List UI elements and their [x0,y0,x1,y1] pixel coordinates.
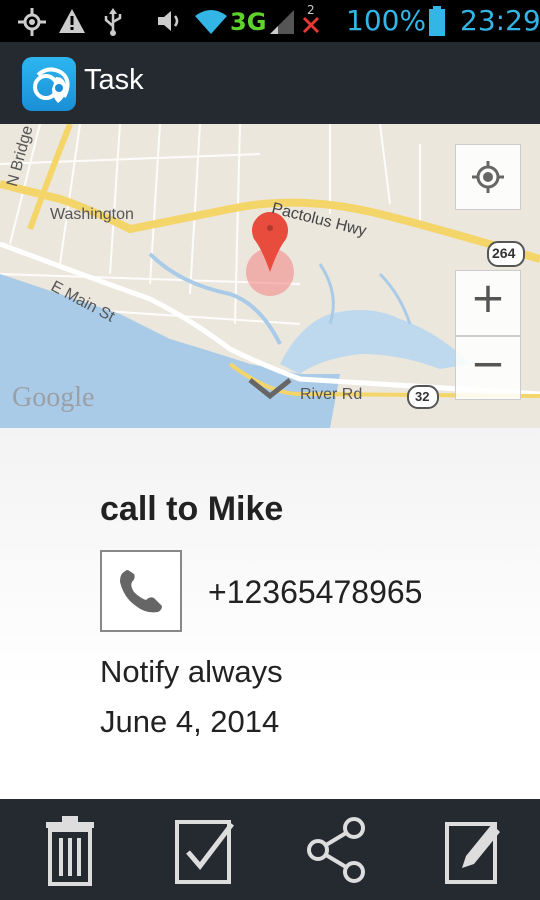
edit-icon [445,822,500,884]
status-bar: 3G 2 100% 23:29 [0,0,540,42]
warning-icon [59,9,85,33]
trash-icon [46,816,94,886]
complete-button[interactable] [174,814,244,886]
sim-indicator: 2 [307,3,315,17]
phone-number[interactable]: +12365478965 [208,574,422,611]
no-sim-icon [302,16,320,34]
zoom-in-button[interactable]: + [455,270,521,336]
map-label-route-32: 32 [415,389,430,404]
checkbox-icon [175,820,234,884]
zoom-out-button[interactable]: − [455,336,521,400]
edit-button[interactable] [444,814,514,886]
zoom-out-icon: − [470,339,506,388]
app-logo-icon[interactable] [22,57,76,111]
map-label-route-264: 264 [492,245,516,261]
volume-icon [158,11,179,31]
share-button[interactable] [304,814,374,886]
network-type: 3G [230,8,267,36]
delete-button[interactable] [42,814,112,886]
clock: 23:29 [460,4,540,37]
wifi-icon [195,10,227,34]
call-button[interactable] [100,550,182,632]
battery-percent: 100% [346,4,427,37]
task-details [0,428,540,799]
signal-icon [270,10,294,34]
action-bar [0,42,540,124]
my-location-icon [472,161,504,193]
map-label-river-rd: River Rd [300,386,363,403]
usb-icon [104,8,122,36]
gps-icon [18,8,46,36]
notify-setting: Notify always [100,654,283,689]
share-icon [307,817,365,883]
app-title: Task [84,64,144,96]
map-attribution: Google [12,382,95,413]
battery-icon [429,6,445,36]
map-view[interactable]: N Bridge St Washington Pactolus Hwy 264 … [0,124,540,428]
my-location-button[interactable] [455,144,521,210]
phone-icon [120,570,162,613]
task-title: call to Mike [100,490,284,528]
map-label-washington: Washington [50,206,134,223]
zoom-in-icon: + [470,273,506,322]
task-date: June 4, 2014 [100,704,280,739]
